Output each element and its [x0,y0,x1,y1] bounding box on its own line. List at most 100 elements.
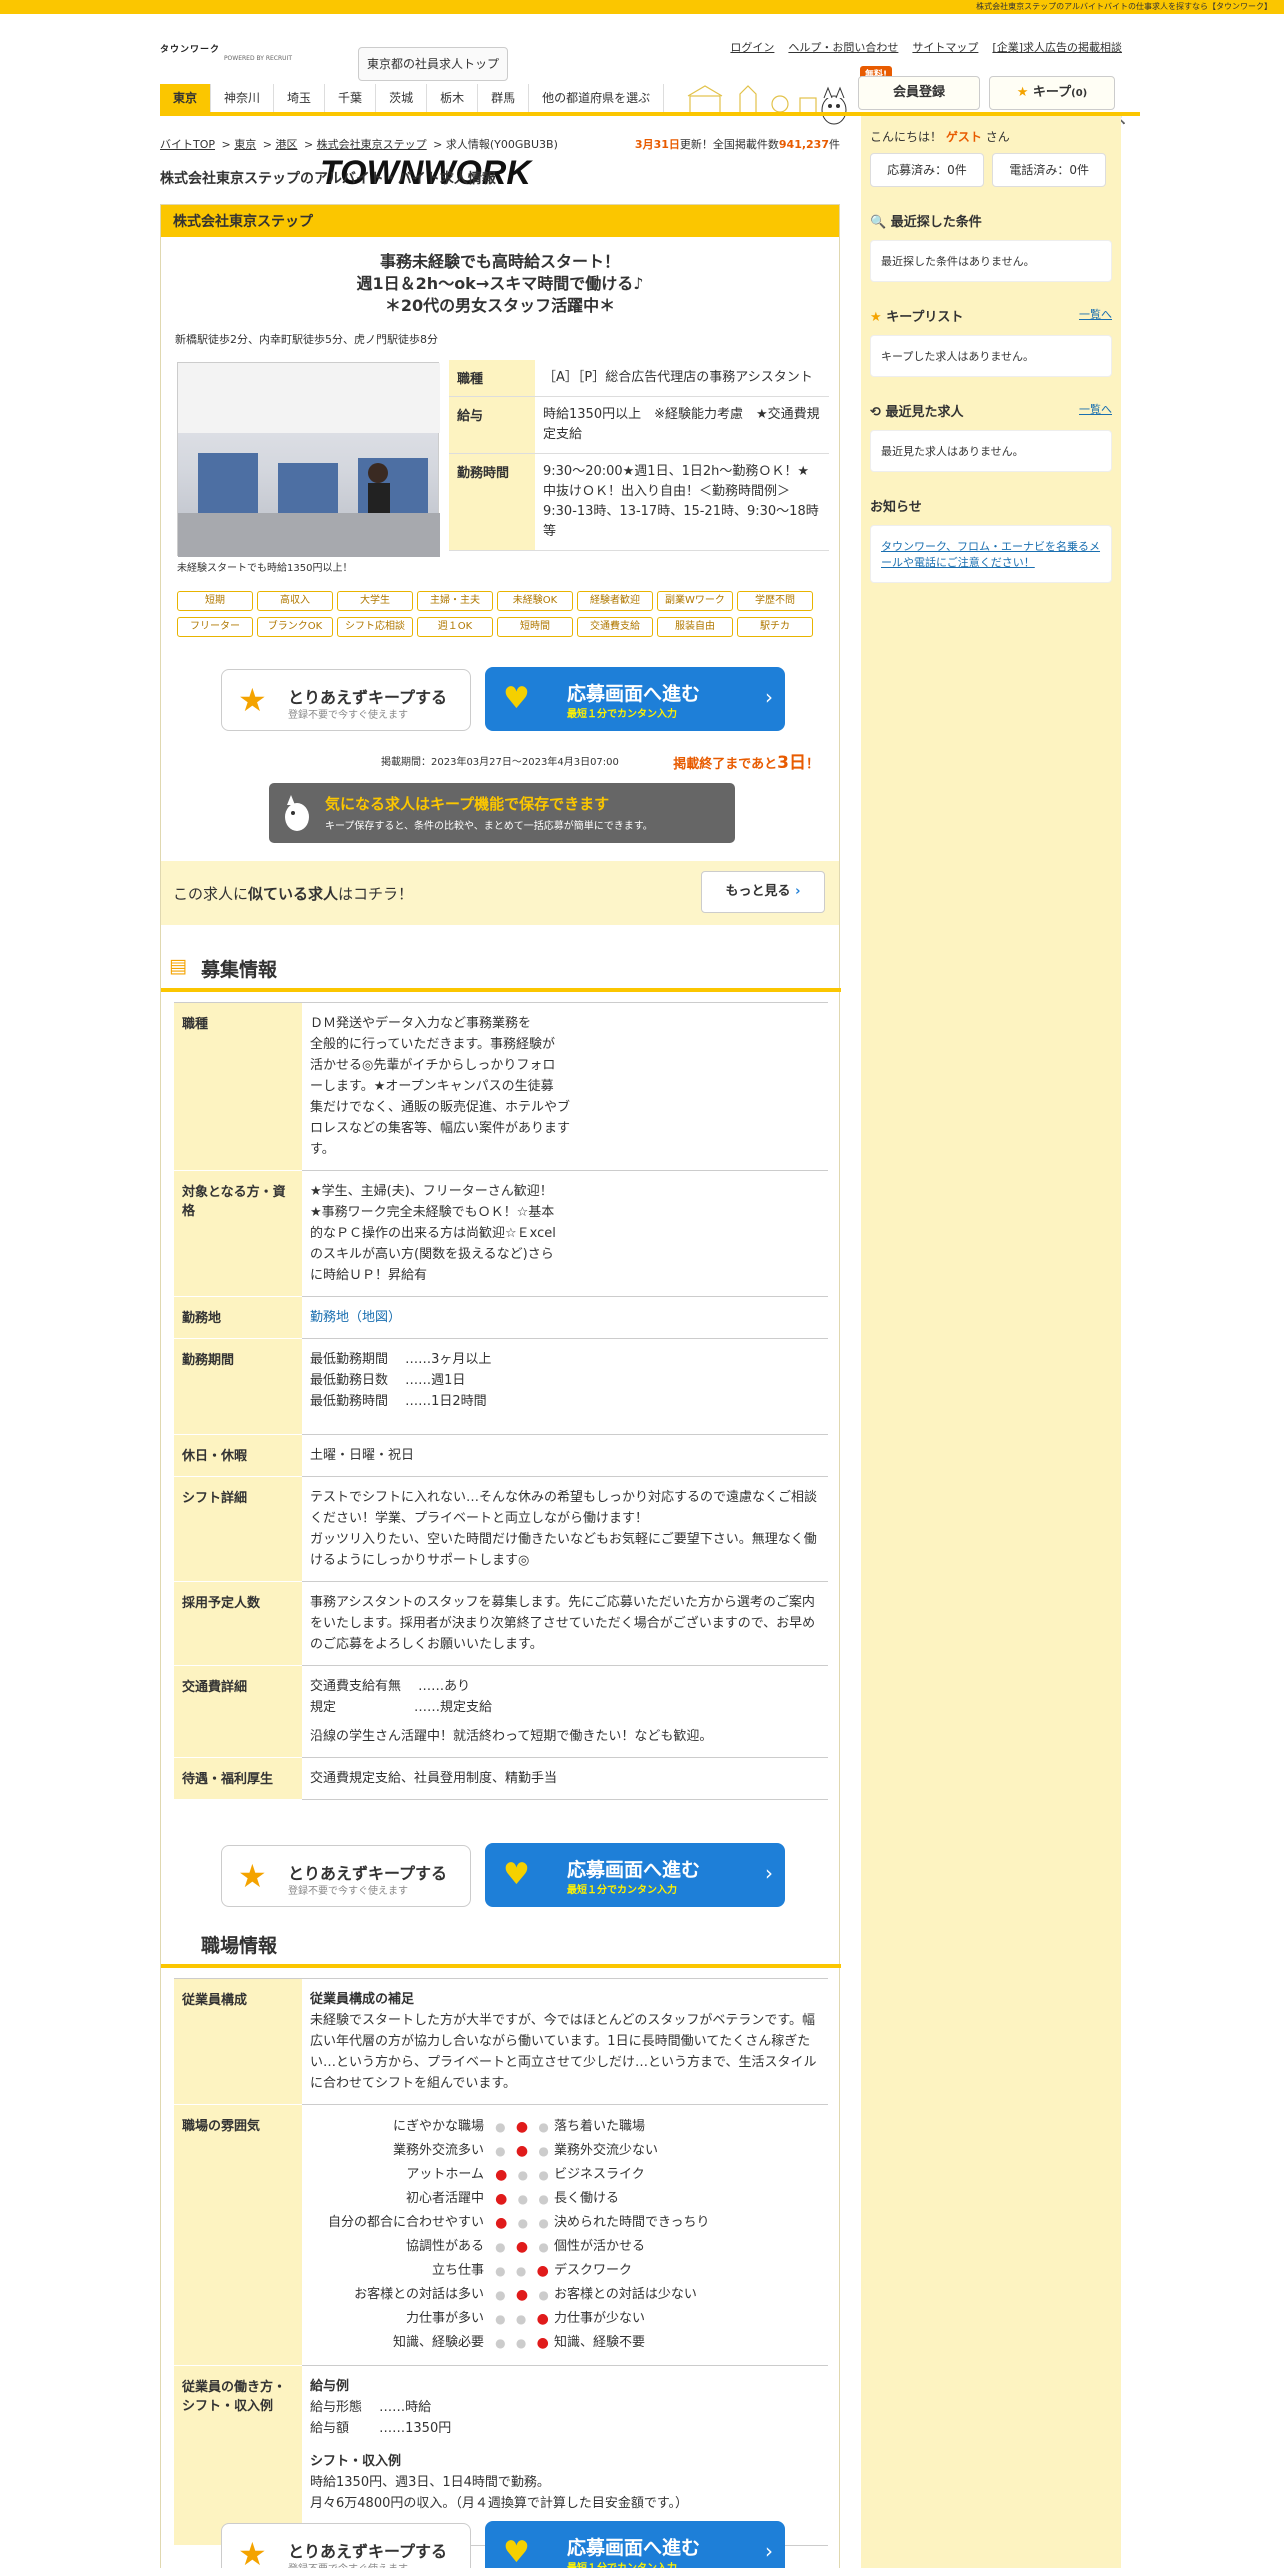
scale-dot: ● [517,2216,529,2230]
pref-tab-chiba[interactable]: 千葉 [325,84,377,112]
pref-tab-tokyo[interactable]: 東京 [160,84,212,112]
atmos-right-label: 決められた時間できっちり [554,2215,710,2230]
feature-tag[interactable]: 未経験OK [497,591,573,611]
ad-consult-link[interactable]: [企業]求人広告の掲載相談 [992,41,1122,54]
history-icon: ⟲ [870,405,881,420]
scale-dot: ● [538,2168,549,2182]
header-links: ログイン ヘルプ・お問い合わせ サイトマップ [企業]求人広告の掲載相談 [716,39,1122,55]
atmos-scale-dots: ● ● ● [490,2163,554,2187]
atmosphere-scale: にぎやかな職場 ● ● ● 落ち着いた職場 業務外交流多い ● ● ● 業務外交流少ない アットホー… [310,2115,820,2355]
recent-viewed-box: 最近見た求人はありません。 [870,430,1112,472]
keep-list-link[interactable]: 一覧へ [1079,306,1112,322]
phoned-count[interactable]: 電話済み：0件 [992,153,1107,187]
pref-tab-ibaraki[interactable]: 茨城 [376,84,428,112]
recent-conditions-box: 最近探した条件はありません。 [870,240,1112,282]
pref-tab-saitama[interactable]: 埼玉 [274,84,326,112]
atmos-right-label: お客様との対話は少ない [554,2287,697,2302]
summary-key: 勤務時間 [449,453,535,551]
keep-button[interactable]: ★ とりあえずキープする登録不要で今すぐ使えます [221,669,471,731]
feature-tag[interactable]: 週１OK [417,617,493,637]
atmos-scale-dots: ● ● ● [490,2307,554,2331]
scale-dot: ● [495,2167,508,2183]
keep-button[interactable]: ★ とりあえずキープする登録不要で今すぐ使えます [221,2523,471,2568]
feature-tag[interactable]: 短時間 [497,617,573,637]
feature-tag[interactable]: 学歴不問 [737,591,813,611]
pref-tab-other[interactable]: 他の都道府県を選ぶ [529,84,665,112]
scale-dot: ● [515,2119,529,2135]
keep-feature-banner[interactable]: 気になる求人はキープ機能で保存できます キープ保存すると、条件の比較や、まとめて… [269,783,735,843]
deadline-notice: 掲載終了まであと3日！ [673,753,819,773]
listing-period: 掲載期間：2023年03月27日～2023年4月3日07:00 [381,757,619,768]
breadcrumb-item[interactable]: 株式会社東京ステップ [317,138,427,151]
apply-button[interactable]: ♥ 応募画面へ進む最短１分でカンタン入力› [485,667,785,731]
feature-tag[interactable]: 交通費支給 [577,617,653,637]
scale-dot: ● [538,2288,549,2302]
scale-dot: ● [515,2312,527,2326]
pref-tab-gunma[interactable]: 群馬 [478,84,530,112]
scale-dot: ● [517,2192,529,2206]
scale-dot: ● [515,2143,529,2159]
breadcrumb-item[interactable]: バイトTOP [160,138,215,151]
breadcrumb-item[interactable]: 東京 [234,138,256,151]
greeting: こんにちは！ ゲスト さん [870,130,1010,144]
memo-icon: ▤ [169,955,187,977]
feature-tag[interactable]: フリーター [177,617,253,637]
feature-tag[interactable]: 主婦・主夫 [417,591,493,611]
atmos-left-label: 初心者活躍中 [405,2191,484,2206]
atmos-scale-dots: ● ● ● [490,2211,554,2235]
breadcrumb-item[interactable]: 港区 [275,138,297,151]
atmos-left-label: お客様との対話は多い [354,2287,484,2302]
chevron-right-icon: › [765,2539,773,2563]
heart-icon: ♥ [503,681,530,716]
summary-key: 職種 [449,360,535,397]
atmos-scale-dots: ● ● ● [490,2235,554,2259]
keep-button[interactable]: ★ とりあえずキープする登録不要で今すぐ使えます [221,1845,471,1907]
recent-viewed-link[interactable]: 一覧へ [1079,401,1112,417]
prefecture-nav: 東京 神奈川 埼玉 千葉 茨城 栃木 群馬 他の都道府県を選ぶ [160,84,1140,116]
feature-tag[interactable]: 服装自由 [657,617,733,637]
section-title: 募集情報 [201,959,278,981]
feature-tag[interactable]: 経験者歓迎 [577,591,653,611]
apply-button[interactable]: ♥ 応募画面へ進む最短１分でカンタン入力› [485,2521,785,2568]
section-title: 職場情報 [201,1935,278,1957]
login-link[interactable]: ログイン [730,41,774,54]
map-link[interactable]: 勤務地（地図） [310,1310,401,1325]
notice-link[interactable]: タウンワーク、フロム・エーナビを名乗るメールや電話にご注意ください！ [881,540,1100,569]
job-photo[interactable] [177,362,440,557]
atmos-left-label: 力仕事が多い [405,2311,484,2326]
feature-tag[interactable]: ブランクOK [257,617,333,637]
feature-tag[interactable]: シフト応相談 [337,617,413,637]
atmos-scale-dots: ● ● ● [490,2115,554,2139]
atmos-right-label: デスクワーク [554,2263,633,2278]
summary-row: 給与 時給1350円以上 ※経験能力考慮 ★交通費規定支給 [449,396,829,454]
feature-tag[interactable]: 副業Wワーク [657,591,733,611]
applied-count[interactable]: 応募済み：0件 [870,153,984,187]
summary-key: 給与 [449,396,535,454]
apply-button[interactable]: ♥ 応募画面へ進む最短１分でカンタン入力› [485,1843,785,1907]
pref-tab-tochigi[interactable]: 栃木 [427,84,479,112]
atmos-left-label: 知識、経験必要 [392,2335,484,2350]
feature-tag[interactable]: 短期 [177,591,253,611]
notice-heading: お知らせ [870,500,922,515]
scale-dot: ● [538,2240,549,2254]
feature-tag[interactable]: 大学生 [337,591,413,611]
tokyo-top-button[interactable]: 東京都の社員求人トップ [358,47,508,81]
breadcrumb: バイトTOP > 東京 > 港区 > 株式会社東京ステップ > 求人情報(Y00… [160,138,840,151]
more-similar-button[interactable]: もっと見る › [701,871,825,913]
summary-row: 勤務時間 9:30～20:00★週1日、1日2h～勤務ＯＫ！★中抜けＯＫ！出入り自… [449,453,832,551]
atmos-left-label: 立ち仕事 [431,2263,484,2278]
sidebar: こんにちは！ ゲスト さん 応募済み：0件 電話済み：0件 🔍 最近探した条件 … [861,116,1121,2568]
photo-caption: 未経験スタートでも時給1350円以上！ [177,563,353,574]
sitemap-link[interactable]: サイトマップ [912,41,978,54]
feature-tag[interactable]: 駅チカ [737,617,813,637]
help-link[interactable]: ヘルプ・お問い合わせ [788,41,898,54]
townwork-logo[interactable]: タウンワーク TOWNWORK POWERED BY RECRUIT [160,42,531,190]
recruit-section: ▤ 募集情報 職種 ＤＭ発送やデータ入力など事務業務を 全般的に行っていただきます。事… [161,955,841,1800]
scale-dot: ● [515,2264,527,2278]
pref-tab-kanagawa[interactable]: 神奈川 [211,84,275,112]
atmos-left-label: 協調性がある [405,2239,484,2254]
feature-tag[interactable]: 高収入 [257,591,333,611]
atmos-right-label: 力仕事が少ない [554,2311,646,2326]
recruit-table: 職種 ＤＭ発送やデータ入力など事務業務を 全般的に行っていただきます。事務経験が 活か… [174,1002,828,1800]
scale-dot: ● [538,2144,549,2158]
